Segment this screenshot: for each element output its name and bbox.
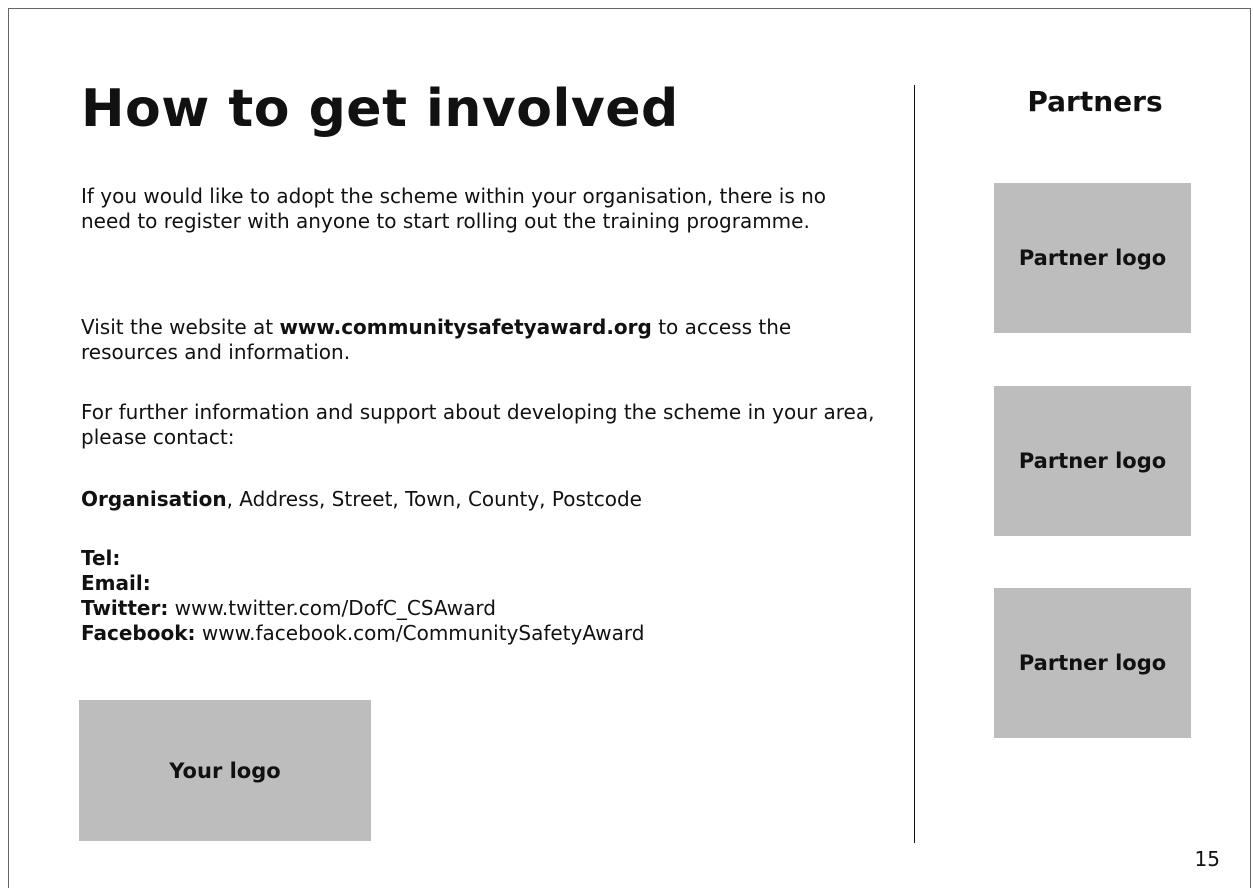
facebook-row: Facebook: www.facebook.com/CommunitySafe… — [81, 621, 881, 646]
contact-details: Tel: Email: Twitter: www.twitter.com/Dof… — [81, 546, 881, 646]
tel-label: Tel: — [81, 546, 121, 570]
intro-paragraph: If you would like to adopt the scheme wi… — [81, 184, 827, 233]
email-row: Email: — [81, 571, 881, 596]
your-logo-label: Your logo — [169, 758, 281, 783]
vertical-divider — [914, 85, 915, 843]
twitter-label: Twitter: — [81, 596, 169, 620]
facebook-link[interactable]: www.facebook.com/CommunitySafetyAward — [196, 621, 645, 645]
partner-logo-placeholder: Partner logo — [994, 588, 1191, 738]
slide: How to get involved If you would like to… — [8, 8, 1251, 888]
partner-logo-placeholder: Partner logo — [994, 183, 1191, 333]
address-rest: , Address, Street, Town, County, Postcod… — [226, 487, 642, 511]
website-link[interactable]: www.communitysafetyaward.org — [279, 315, 651, 339]
tel-row: Tel: — [81, 546, 881, 571]
contact-paragraph: For further information and support abou… — [81, 400, 875, 449]
partner-logo-label: Partner logo — [1018, 651, 1167, 675]
website-prefix: Visit the website at — [81, 315, 280, 339]
organisation-name: Organisation — [81, 487, 227, 511]
partner-logo-label: Partner logo — [1018, 246, 1167, 270]
facebook-label: Facebook: — [81, 621, 196, 645]
email-label: Email: — [81, 571, 151, 595]
website-paragraph: Visit the website at www.communitysafety… — [81, 315, 881, 365]
page-title: How to get involved — [81, 79, 679, 139]
page-number: 15 — [1194, 847, 1220, 871]
partner-logo-label: Partner logo — [1018, 449, 1167, 473]
partners-heading: Partners — [1027, 85, 1163, 118]
partner-logo-placeholder: Partner logo — [994, 386, 1191, 536]
address-line: Organisation, Address, Street, Town, Cou… — [81, 487, 881, 512]
twitter-link[interactable]: www.twitter.com/DofC_CSAward — [168, 596, 496, 620]
twitter-row: Twitter: www.twitter.com/DofC_CSAward — [81, 596, 881, 621]
your-logo-placeholder: Your logo — [79, 700, 371, 841]
